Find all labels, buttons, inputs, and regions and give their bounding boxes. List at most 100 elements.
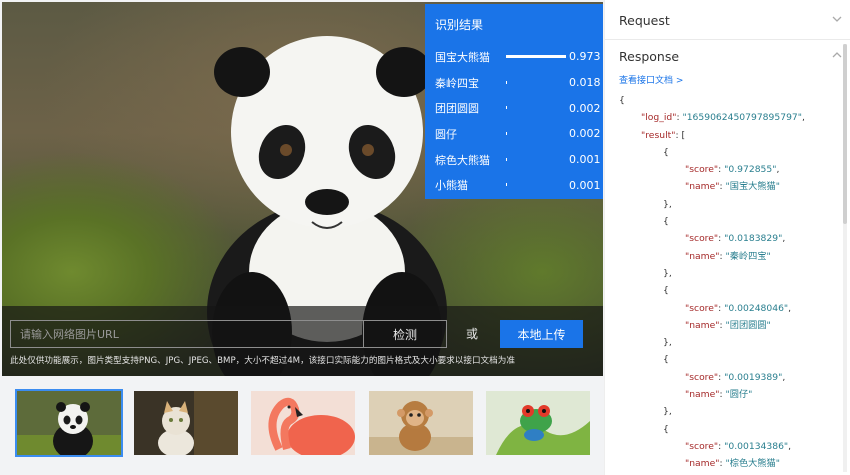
demo-area: 识别结果 国宝大熊猫 0.973 秦岭四宝 0.018 团团圆圆 0.002 圆仔 0.002… — [0, 0, 604, 475]
json-obj-open: { — [663, 285, 669, 297]
result-name: 棕色大熊猫 — [435, 153, 490, 167]
result-bar-fill — [505, 106, 507, 110]
json-value: "0.0183829" — [724, 233, 783, 245]
json-key: "name" — [685, 250, 720, 262]
result-bar — [505, 106, 567, 110]
request-label: Request — [619, 12, 670, 28]
result-bar — [505, 157, 567, 162]
json-result-entry: { "score": "0.972855", "name": "国宝大熊猫"}, — [619, 144, 843, 213]
json-key: "name" — [685, 458, 720, 470]
result-bar-fill — [505, 157, 507, 161]
thumbnail-monkey[interactable] — [369, 391, 473, 455]
format-hint: 此处仅供功能展示，图片类型支持PNG、JPG、JPEG、BMP，大小不超过4M，… — [10, 356, 515, 366]
result-row: 团团圆圆 0.002 — [435, 95, 601, 121]
chevron-up-icon[interactable] — [831, 49, 843, 61]
json-key: "score" — [685, 233, 719, 245]
json-obj-open: { — [663, 146, 669, 158]
result-bar-fill — [505, 131, 507, 135]
json-result-entry: {"score": "0.0183829", "name": "秦岭四宝"}, — [619, 213, 843, 282]
json-result-line: "result": [ — [619, 127, 843, 144]
json-obj-close: }, — [663, 337, 672, 349]
json-obj-open: { — [663, 354, 669, 366]
result-bar — [505, 80, 567, 85]
result-bar — [505, 54, 567, 59]
json-value: "0.972855" — [724, 164, 777, 176]
json-result-entry: {"score": "0.0019389", "name": "圆仔"}, — [619, 351, 843, 420]
result-name: 小熊猫 — [435, 179, 468, 193]
json-value: "1659062450797895797" — [682, 112, 802, 124]
json-open-brace: { — [619, 95, 625, 106]
json-array-open: : [ — [675, 129, 686, 141]
scrollbar-thumb[interactable] — [843, 44, 847, 224]
json-value: "圆仔" — [725, 389, 753, 401]
result-bar — [505, 131, 567, 136]
response-label: Response — [619, 48, 680, 64]
thumbnail-panda[interactable] — [15, 389, 123, 457]
api-doc-link[interactable]: 查看接口文档 > — [619, 73, 683, 86]
result-row: 国宝大熊猫 0.973 — [435, 44, 601, 70]
json-obj-close: }, — [663, 198, 672, 210]
panel-scrollbar[interactable] — [843, 44, 847, 472]
result-score: 0.973 — [569, 50, 601, 64]
result-score: 0.018 — [569, 76, 601, 90]
result-row: 棕色大熊猫 0.001 — [435, 147, 601, 173]
result-bar — [505, 183, 567, 187]
json-key: "score" — [685, 371, 719, 383]
json-score-line: "score": "0.0019389", — [685, 371, 786, 383]
thumbnail-frog[interactable] — [486, 391, 590, 455]
json-name-line: "name": "团团圆圆" — [685, 319, 771, 331]
json-result-entry: { "score": "0.00248046", "name": "团团圆圆"}, — [619, 282, 843, 351]
local-upload-button[interactable]: 本地上传 — [500, 320, 583, 348]
json-value: "0.0019389" — [724, 371, 783, 383]
request-section-header[interactable]: Request — [605, 0, 850, 40]
result-row: 小熊猫 0.001 — [435, 172, 601, 198]
sample-thumbnails — [0, 378, 604, 475]
json-name-line: "name": "秦岭四宝" — [685, 250, 771, 262]
json-score-line: "score": "0.972855", — [685, 164, 780, 176]
json-key: "score" — [685, 440, 719, 452]
result-bar-fill — [505, 183, 507, 187]
url-input-bar: 检测 或 本地上传 此处仅供功能展示，图片类型支持PNG、JPG、JPEG、BM… — [2, 306, 603, 376]
response-section-header[interactable]: Response — [605, 36, 850, 76]
result-score: 0.001 — [569, 153, 601, 167]
result-name: 圆仔 — [435, 127, 457, 141]
result-row: 圆仔 0.002 — [435, 121, 601, 147]
or-label: 或 — [466, 327, 479, 341]
result-name: 团团圆圆 — [435, 102, 479, 116]
frog-thumbnail-image — [486, 391, 590, 455]
json-obj-open: { — [663, 216, 669, 228]
result-bar-fill — [505, 54, 566, 58]
json-result-entry: {"score": "0.00134386","name": "棕色大熊猫"}, — [619, 421, 843, 475]
thumbnail-cat[interactable] — [134, 391, 238, 455]
results-title: 识别结果 — [435, 18, 484, 32]
chevron-down-icon[interactable] — [831, 13, 843, 25]
json-obj-open: { — [663, 423, 669, 435]
result-name: 国宝大熊猫 — [435, 50, 490, 64]
response-json: { "log_id": "1659062450797895797", "resu… — [619, 92, 843, 475]
json-key: "name" — [685, 319, 720, 331]
flamingo-thumbnail-image — [251, 391, 355, 455]
json-score-line: "score": "0.0183829", — [685, 233, 786, 245]
thumbnail-flamingo[interactable] — [251, 391, 355, 455]
result-score: 0.001 — [569, 178, 601, 192]
json-obj-close: }, — [663, 406, 672, 418]
result-name: 秦岭四宝 — [435, 76, 479, 90]
json-score-line: "score": "0.00248046", — [685, 302, 792, 314]
json-name-line: "name": "国宝大熊猫" — [685, 181, 780, 193]
json-value: "秦岭四宝" — [725, 250, 771, 262]
detect-button[interactable]: 检测 — [363, 320, 447, 348]
json-value: "国宝大熊猫" — [725, 181, 780, 193]
json-value: "0.00248046" — [724, 302, 789, 314]
monkey-thumbnail-image — [369, 391, 473, 455]
json-key: "log_id" — [641, 112, 677, 124]
json-key: "score" — [685, 302, 719, 314]
image-url-input[interactable] — [10, 320, 363, 348]
json-key: "name" — [685, 389, 720, 401]
json-value: "团团圆圆" — [725, 319, 771, 331]
json-value: "棕色大熊猫" — [725, 458, 780, 470]
json-name-line: "name": "棕色大熊猫" — [685, 458, 780, 470]
json-key: "score" — [685, 164, 719, 176]
result-bar-fill — [505, 80, 507, 84]
json-key: "result" — [641, 129, 676, 141]
json-log-id-line: "log_id": "1659062450797895797", — [641, 112, 805, 124]
